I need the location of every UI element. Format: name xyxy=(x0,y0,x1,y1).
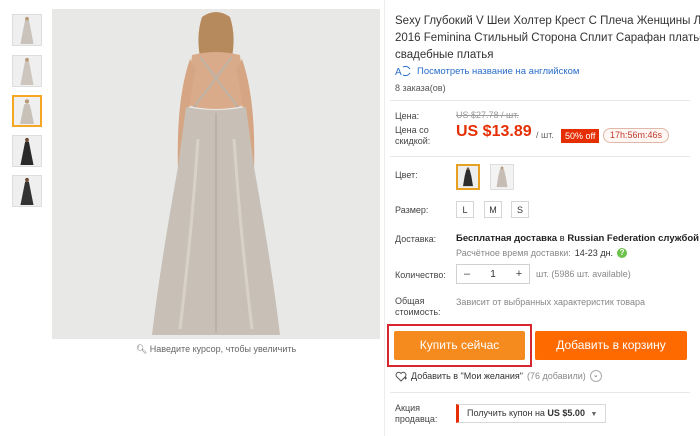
current-price: US $13.89 xyxy=(456,123,532,140)
quantity-label: Количество: xyxy=(395,270,446,280)
thumbnail-2[interactable] xyxy=(12,55,42,87)
chevron-down-icon[interactable]: ⌄ xyxy=(589,370,602,382)
divider xyxy=(390,156,690,157)
add-to-cart-button[interactable]: Добавить в корзину xyxy=(535,331,687,360)
product-title: Sexy Глубокий V Шеи Холтер Крест С Плеча… xyxy=(395,15,700,61)
size-option-l[interactable]: L xyxy=(456,201,474,218)
dress-swatch-icon xyxy=(458,166,478,188)
orders-count: 8 заказа(ов) xyxy=(395,83,446,93)
caret-down-icon: ▼ xyxy=(590,411,598,418)
size-label: Размер: xyxy=(395,205,429,215)
zoom-hint: 🔍︎ Наведите курсор, чтобы увеличить xyxy=(135,344,297,354)
dress-swatch-icon xyxy=(491,165,513,189)
quantity-available: шт. (5986 шт. available) xyxy=(536,269,631,279)
total-value: Зависит от выбранных характеристик товар… xyxy=(456,297,645,307)
color-option-light[interactable] xyxy=(490,164,514,190)
quantity-input[interactable]: 1 xyxy=(483,269,503,280)
thumbnail-1[interactable] xyxy=(12,14,42,46)
size-option-m[interactable]: M xyxy=(484,201,502,218)
dress-photo-icon xyxy=(13,136,41,166)
increase-button[interactable]: + xyxy=(509,268,529,280)
thumbnail-3-selected[interactable] xyxy=(12,95,42,127)
seller-promo-label: Акция продавца: xyxy=(395,403,438,424)
color-option-champagne[interactable] xyxy=(456,164,480,190)
dress-photo-icon xyxy=(13,15,41,45)
quantity-stepper[interactable]: – 1 + xyxy=(456,264,530,284)
per-unit: / шт. xyxy=(536,130,554,140)
shipping-info: Бесплатная доставка в Russian Federation… xyxy=(456,233,700,244)
color-label: Цвет: xyxy=(395,170,418,180)
shipping-label: Доставка: xyxy=(395,234,437,244)
main-product-image[interactable] xyxy=(52,9,380,339)
add-to-wishlist[interactable]: Добавить в "Мои желания" (76 добавили) ⌄ xyxy=(395,370,602,382)
dress-photo-icon xyxy=(13,56,41,86)
discount-price-label: Цена со скидкой: xyxy=(395,125,431,146)
dress-photo-icon xyxy=(52,9,380,339)
dress-photo-icon xyxy=(14,97,40,125)
translate-icon: A xyxy=(395,65,411,77)
decrease-button[interactable]: – xyxy=(457,268,477,280)
translate-title-link[interactable]: A Посмотреть название на английском xyxy=(395,65,579,78)
panel-divider xyxy=(384,0,385,436)
price-label: Цена: xyxy=(395,111,420,121)
get-coupon-dropdown[interactable]: Получить купон на US $5.00 ▼ xyxy=(456,404,607,423)
thumbnail-5[interactable] xyxy=(12,175,42,207)
heart-plus-icon xyxy=(395,371,407,382)
divider xyxy=(390,392,690,393)
help-icon[interactable]: ? xyxy=(617,248,628,258)
svg-text:A: A xyxy=(395,67,402,77)
total-label: Общая стоимость: xyxy=(395,296,441,317)
magnifier-icon: 🔍︎ xyxy=(135,344,148,354)
buy-now-button[interactable]: Купить сейчас xyxy=(394,331,525,360)
delivery-time: Расчётное время доставки: 14-23 дн. ? xyxy=(456,248,628,258)
countdown-timer: 17h:56m:46s xyxy=(603,128,670,143)
discount-badge: 50% off xyxy=(561,129,600,143)
thumbnail-4[interactable] xyxy=(12,135,42,167)
size-option-s[interactable]: S xyxy=(511,201,529,218)
old-price: US $27.78 / шт. xyxy=(456,110,519,120)
dress-photo-icon xyxy=(13,176,41,206)
divider xyxy=(390,100,690,101)
